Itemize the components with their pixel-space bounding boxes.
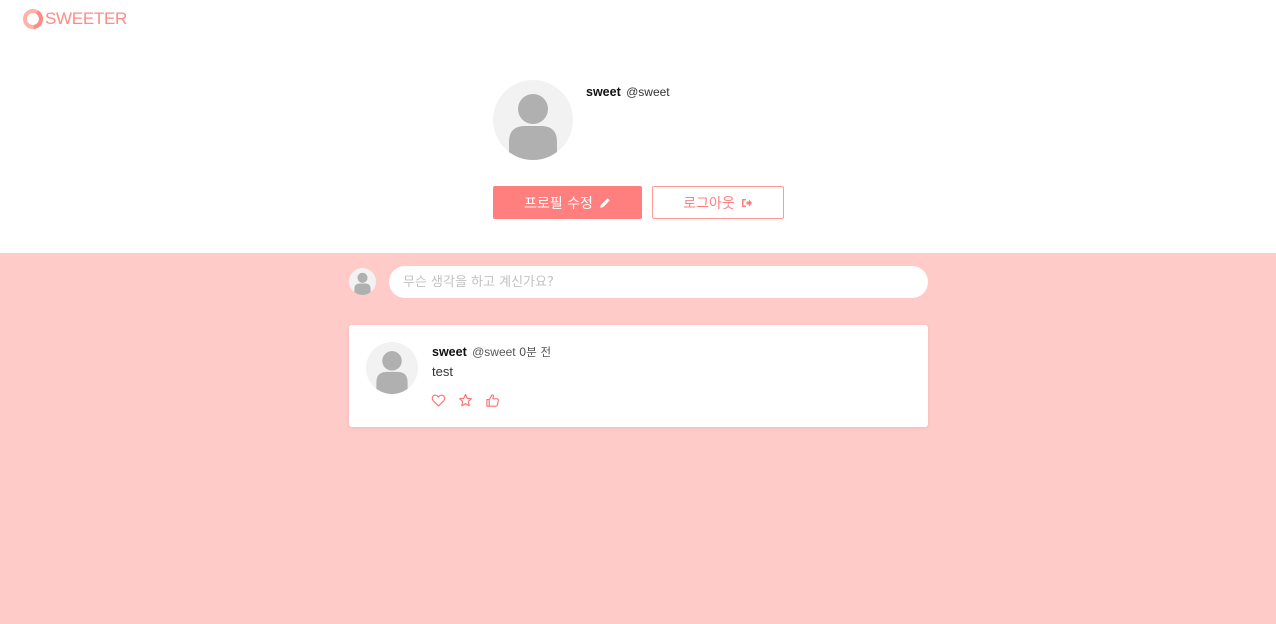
heart-icon[interactable] bbox=[431, 393, 446, 408]
sign-out-icon bbox=[741, 198, 752, 207]
tweet-composer-input[interactable] bbox=[389, 266, 928, 298]
profile-avatar bbox=[493, 80, 573, 160]
thumbs-up-icon[interactable] bbox=[485, 393, 500, 408]
profile-identity: sweet @sweet bbox=[586, 84, 670, 100]
tweet-avatar[interactable] bbox=[366, 342, 418, 394]
tweet-author-handle: @sweet bbox=[472, 345, 516, 359]
user-avatar-icon bbox=[354, 272, 371, 295]
profile-handle: @sweet bbox=[626, 85, 670, 99]
profile-display-name: sweet bbox=[586, 85, 621, 99]
donut-logo-icon bbox=[23, 9, 43, 29]
feed-area bbox=[0, 253, 1276, 624]
user-avatar-icon bbox=[376, 351, 408, 394]
app-logo[interactable]: SWEETER bbox=[23, 8, 127, 30]
tweet-text: test bbox=[432, 364, 453, 379]
composer-avatar bbox=[349, 268, 376, 295]
edit-profile-label: 프로필 수정 bbox=[524, 195, 593, 212]
pencil-icon bbox=[600, 197, 610, 208]
edit-profile-button[interactable]: 프로필 수정 bbox=[493, 186, 642, 219]
logout-button[interactable]: 로그아웃 bbox=[652, 186, 784, 219]
tweet-timestamp: 0분 전 bbox=[518, 345, 552, 359]
user-avatar-icon bbox=[509, 94, 557, 160]
tweet-header: sweet @sweet 0분 전 bbox=[432, 344, 551, 360]
tweet-card: sweet @sweet 0분 전 test bbox=[349, 325, 928, 427]
tweet-author-name: sweet bbox=[432, 345, 467, 359]
logout-label: 로그아웃 bbox=[683, 195, 735, 212]
profile-header: SWEETER sweet @sweet 프로필 수정 로그아웃 bbox=[0, 0, 1276, 253]
logo-text: SWEETER bbox=[45, 9, 127, 28]
star-icon[interactable] bbox=[458, 393, 473, 408]
tweet-actions bbox=[431, 393, 500, 408]
